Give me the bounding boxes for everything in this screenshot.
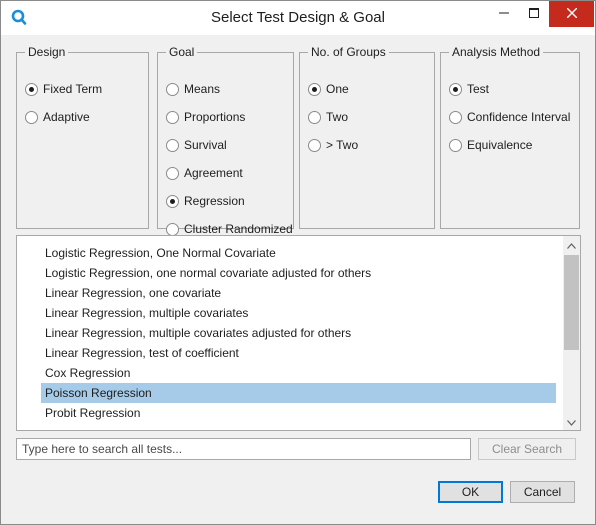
radio-groups-two[interactable]: Two xyxy=(308,108,348,126)
radio-button[interactable] xyxy=(308,138,321,152)
radio-button[interactable] xyxy=(166,82,179,96)
radio-label: Regression xyxy=(184,194,245,208)
radio-label: > Two xyxy=(326,138,359,152)
radio-button[interactable] xyxy=(308,110,321,124)
radio-analysis-equivalence[interactable]: Equivalence xyxy=(449,136,532,154)
analysis-method-legend: Analysis Method xyxy=(452,45,541,59)
maximize-button[interactable] xyxy=(519,1,549,27)
radio-button[interactable] xyxy=(166,222,179,236)
radio-button[interactable] xyxy=(166,110,179,124)
list-item[interactable]: Linear Regression, test of coefficient xyxy=(41,343,556,363)
groups-count-legend: No. of Groups xyxy=(311,45,386,59)
radio-label: Proportions xyxy=(184,110,246,124)
radio-button[interactable] xyxy=(25,82,38,96)
radio-groups-more-than-two[interactable]: > Two xyxy=(308,136,358,154)
radio-goal-means[interactable]: Means xyxy=(166,80,220,98)
cancel-button[interactable]: Cancel xyxy=(510,481,575,503)
list-item[interactable]: Linear Regression, multiple covariates a… xyxy=(41,323,556,343)
groups-count-group: No. of Groups One Two > Two xyxy=(299,45,435,229)
dialog-window: Select Test Design & Goal Design Fixed T… xyxy=(0,0,596,525)
design-legend: Design xyxy=(28,45,66,59)
vertical-scrollbar[interactable] xyxy=(563,236,580,430)
radio-button[interactable] xyxy=(166,166,179,180)
radio-goal-agreement[interactable]: Agreement xyxy=(166,164,243,182)
radio-goal-survival[interactable]: Survival xyxy=(166,136,227,154)
design-group: Design Fixed Term Adaptive xyxy=(16,45,149,229)
radio-analysis-confidence-interval[interactable]: Confidence Interval xyxy=(449,108,570,126)
radio-button[interactable] xyxy=(449,138,462,152)
search-input[interactable] xyxy=(16,438,471,460)
radio-design-adaptive[interactable]: Adaptive xyxy=(25,108,90,126)
tests-list: Logistic Regression, One Normal Covariat… xyxy=(41,243,556,423)
radio-label: Confidence Interval xyxy=(467,110,571,124)
list-item-selected[interactable]: Poisson Regression xyxy=(41,383,556,403)
scroll-thumb[interactable] xyxy=(564,255,579,350)
analysis-method-group: Analysis Method Test Confidence Interval… xyxy=(440,45,580,229)
scroll-up-button[interactable] xyxy=(563,236,580,253)
radio-button[interactable] xyxy=(25,110,38,124)
close-icon xyxy=(566,7,577,21)
radio-label: Adaptive xyxy=(43,110,90,124)
goal-group: Goal Means Proportions Survival Agreemen… xyxy=(157,45,294,236)
list-item[interactable]: Linear Regression, multiple covariates xyxy=(41,303,556,323)
radio-label: Two xyxy=(326,110,349,124)
list-item[interactable]: Probit Regression xyxy=(41,403,556,423)
radio-label: Fixed Term xyxy=(43,82,103,96)
tests-listbox[interactable]: Logistic Regression, One Normal Covariat… xyxy=(16,235,581,431)
close-button[interactable] xyxy=(549,1,594,27)
radio-groups-one[interactable]: One xyxy=(308,80,349,98)
title-bar[interactable]: Select Test Design & Goal xyxy=(1,1,595,35)
ok-button[interactable]: OK xyxy=(438,481,503,503)
dialog-body: Design Fixed Term Adaptive Goal Means Pr… xyxy=(2,35,594,524)
radio-label: Means xyxy=(184,82,221,96)
list-item[interactable]: Cox Regression xyxy=(41,363,556,383)
radio-button[interactable] xyxy=(449,82,462,96)
list-item[interactable]: Logistic Regression, One Normal Covariat… xyxy=(41,243,556,263)
radio-label: Cluster Randomized xyxy=(184,222,293,236)
radio-design-fixed-term[interactable]: Fixed Term xyxy=(25,80,102,98)
radio-button[interactable] xyxy=(166,194,179,208)
radio-goal-regression[interactable]: Regression xyxy=(166,192,245,210)
radio-label: Survival xyxy=(184,138,227,152)
minimize-icon xyxy=(499,7,509,21)
minimize-button[interactable] xyxy=(489,1,519,27)
chevron-up-icon xyxy=(567,238,576,252)
chevron-down-icon xyxy=(567,415,576,429)
radio-label: Test xyxy=(467,82,490,96)
clear-search-button[interactable]: Clear Search xyxy=(478,438,576,460)
goal-legend: Goal xyxy=(169,45,195,59)
radio-button[interactable] xyxy=(308,82,321,96)
radio-goal-proportions[interactable]: Proportions xyxy=(166,108,245,126)
radio-label: Agreement xyxy=(184,166,243,180)
list-item[interactable]: Linear Regression, one covariate xyxy=(41,283,556,303)
radio-button[interactable] xyxy=(449,110,462,124)
radio-label: Equivalence xyxy=(467,138,533,152)
maximize-icon xyxy=(529,7,539,21)
radio-button[interactable] xyxy=(166,138,179,152)
scroll-down-button[interactable] xyxy=(563,413,580,430)
radio-analysis-test[interactable]: Test xyxy=(449,80,489,98)
radio-label: One xyxy=(326,82,349,96)
list-item[interactable]: Logistic Regression, one normal covariat… xyxy=(41,263,556,283)
